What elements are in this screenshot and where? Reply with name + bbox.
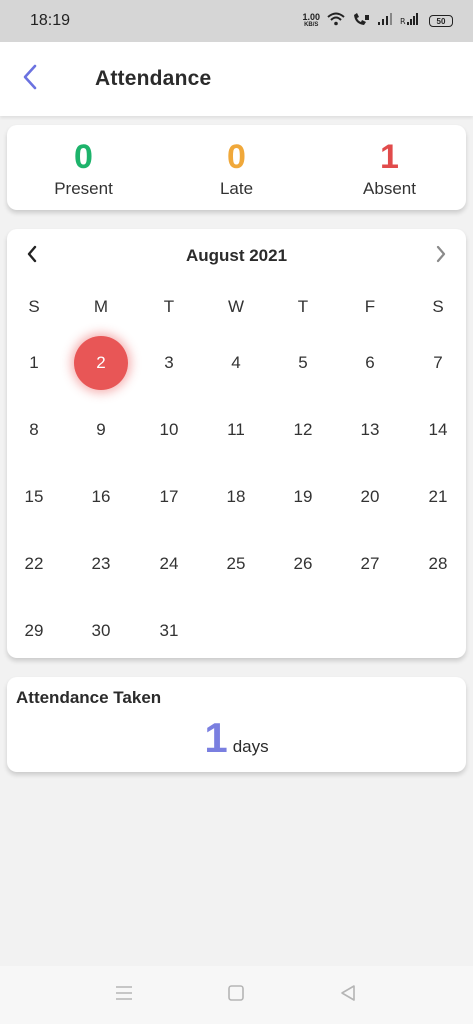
app-bar: Attendance: [0, 42, 473, 116]
system-navigation-bar: [0, 966, 473, 1024]
late-count: 0: [227, 138, 246, 176]
calendar-day[interactable]: 1: [14, 348, 54, 378]
absent-count: 1: [380, 138, 399, 176]
calendar-day[interactable]: 19: [283, 482, 323, 512]
calendar-day[interactable]: 14: [418, 415, 458, 445]
absent-label: Absent: [363, 179, 416, 198]
present-label: Present: [54, 179, 113, 198]
battery-icon: 50: [429, 15, 453, 27]
calendar-day[interactable]: 22: [14, 549, 54, 579]
calendar-day[interactable]: 31: [149, 616, 189, 646]
back-triangle-icon: [339, 984, 357, 1007]
calendar-day[interactable]: 11: [216, 415, 256, 445]
calendar-day[interactable]: 26: [283, 549, 323, 579]
calendar-header: August 2021: [7, 241, 466, 271]
calendar-day[interactable]: 8: [14, 415, 54, 445]
calendar-day[interactable]: 21: [418, 482, 458, 512]
calendar-day[interactable]: 24: [149, 549, 189, 579]
next-month-button[interactable]: [430, 245, 452, 267]
present-count: 0: [74, 138, 93, 176]
calendar-card: August 2021 SMTWTFS 1 2 3 4 5 6 7 8 9 10 11 12 13 14 1…: [7, 229, 466, 658]
calendar-day[interactable]: 3: [149, 348, 189, 378]
home-square-icon: [227, 984, 245, 1007]
weekday-label: T: [163, 297, 175, 316]
calendar-day[interactable]: 16: [81, 482, 121, 512]
weekday-header-row: SMTWTFS: [7, 297, 466, 321]
weekday-label: T: [297, 297, 309, 316]
calendar-day[interactable]: 25: [216, 549, 256, 579]
calendar-day[interactable]: 4: [216, 348, 256, 378]
calendar-month-title: August 2021: [185, 246, 288, 265]
calendar-day[interactable]: 30: [81, 616, 121, 646]
calendar-day[interactable]: 20: [350, 482, 390, 512]
weekday-label: S: [432, 297, 444, 316]
calendar-day[interactable]: 9: [81, 415, 121, 445]
calendar-day[interactable]: 17: [149, 482, 189, 512]
calendar-day[interactable]: 15: [14, 482, 54, 512]
previous-month-button[interactable]: [21, 245, 43, 267]
menu-nav-button[interactable]: [114, 985, 134, 1005]
menu-icon: [115, 985, 133, 1005]
home-nav-button[interactable]: [226, 984, 246, 1007]
attendance-taken-unit: days: [232, 737, 269, 756]
page-title: Attendance: [95, 67, 212, 90]
calendar-day[interactable]: 6: [350, 348, 390, 378]
call-icon: [352, 12, 370, 31]
weekday-label: S: [28, 297, 40, 316]
weekday-label: M: [93, 297, 109, 316]
attendance-taken-count: 1: [204, 714, 228, 761]
chevron-left-icon: [26, 245, 38, 268]
calendar-day[interactable]: 27: [350, 549, 390, 579]
network-speed-value: 1.00: [302, 12, 320, 22]
weekday-label: W: [227, 297, 245, 316]
attendance-taken-value-group: 1 days: [7, 713, 466, 763]
signal-roaming-icon: R: [400, 12, 422, 30]
back-button[interactable]: [0, 42, 60, 116]
chevron-right-icon: [435, 245, 447, 268]
calendar-day[interactable]: 13: [350, 415, 390, 445]
network-speed: 1.00 KB/S: [302, 13, 320, 29]
summary-absent: 1 Absent: [313, 125, 466, 210]
calendar-day[interactable]: 23: [81, 549, 121, 579]
network-speed-unit: KB/S: [304, 22, 319, 28]
wifi-icon: [327, 12, 345, 31]
calendar-day[interactable]: 18: [216, 482, 256, 512]
calendar-day[interactable]: 10: [149, 415, 189, 445]
summary-present: 0 Present: [7, 125, 160, 210]
calendar-day[interactable]: 29: [14, 616, 54, 646]
status-icons: 1.00 KB/S R 50: [302, 12, 453, 31]
weekday-label: F: [364, 297, 376, 316]
status-time: 18:19: [30, 12, 71, 29]
calendar-day[interactable]: 12: [283, 415, 323, 445]
attendance-summary-card: 0 Present 0 Late 1 Absent: [7, 125, 466, 210]
signal-icon: [377, 12, 393, 30]
back-nav-button[interactable]: [338, 984, 358, 1007]
attendance-taken-label: Attendance Taken: [16, 688, 162, 707]
calendar-day[interactable]: 5: [283, 348, 323, 378]
svg-text:R: R: [400, 17, 406, 25]
status-bar: 18:19 1.00 KB/S R 50: [0, 0, 473, 42]
calendar-day-selected[interactable]: 2: [74, 336, 128, 390]
calendar-day[interactable]: 7: [418, 348, 458, 378]
late-label: Late: [219, 179, 254, 198]
summary-late: 0 Late: [160, 125, 313, 210]
chevron-left-icon: [22, 64, 38, 95]
calendar-day[interactable]: 28: [418, 549, 458, 579]
attendance-taken-card: Attendance Taken 1 days: [7, 677, 466, 772]
